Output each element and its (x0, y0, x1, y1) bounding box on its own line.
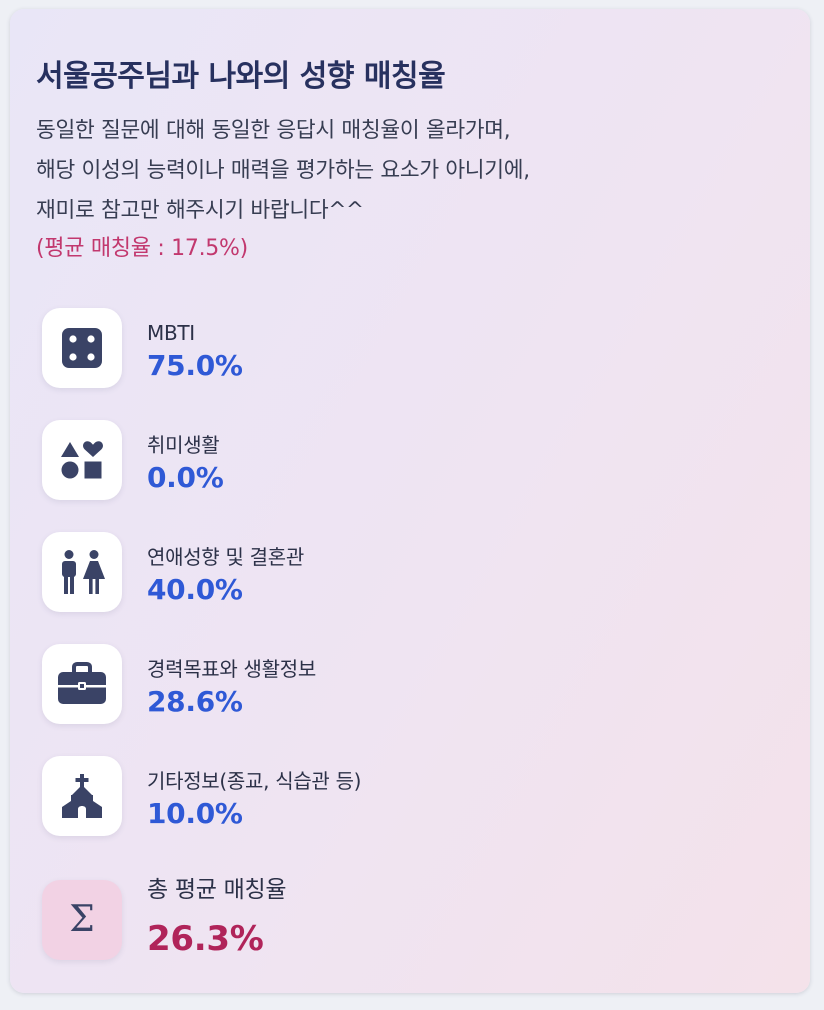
description-line: 재미로 참고만 해주시기 바랍니다^^ (36, 198, 364, 223)
shapes-icon (42, 420, 122, 500)
description-line: 해당 이성의 능력이나 매력을 평가하는 요소가 아니기에, (36, 158, 530, 183)
description: 동일한 질문에 대해 동일한 응답시 매칭율이 올라가며, 해당 이성의 능력이… (36, 111, 784, 231)
church-icon (42, 756, 122, 836)
category-label: 기타정보(종교, 식습관 등) (147, 769, 362, 793)
category-label: MBTI (147, 321, 195, 345)
sigma-icon: Σ (42, 880, 122, 960)
average-matching-rate: (평균 매칭율 : 17.5%) (36, 236, 248, 261)
description-line: 동일한 질문에 대해 동일한 응답시 매칭율이 올라가며, (36, 118, 511, 143)
total-average-item: Σ 총 평균 매칭율 26.3% (42, 868, 762, 980)
category-item-career: 경력목표와 생활정보 28.6% (42, 644, 762, 756)
category-label: 경력목표와 생활정보 (147, 657, 316, 681)
category-item-romance: 연애성향 및 결혼관 40.0% (42, 532, 762, 644)
matching-card: 서울공주님과 나와의 성향 매칭율 동일한 질문에 대해 동일한 응답시 매칭율… (10, 9, 810, 993)
svg-text:Σ: Σ (69, 899, 94, 940)
couple-icon (42, 532, 122, 612)
category-item-hobby: 취미생활 0.0% (42, 420, 762, 532)
category-list: MBTI 75.0% 취미생활 0.0% 연애성향 및 결혼관 40.0% 경력… (42, 308, 762, 980)
category-item-etc: 기타정보(종교, 식습관 등) 10.0% (42, 756, 762, 868)
category-value: 0.0% (147, 461, 224, 494)
total-value: 26.3% (147, 919, 264, 959)
category-value: 40.0% (147, 573, 243, 606)
category-label: 연애성향 및 결혼관 (147, 545, 304, 569)
category-label: 취미생활 (147, 433, 220, 457)
category-item-mbti: MBTI 75.0% (42, 308, 762, 420)
total-label: 총 평균 매칭율 (147, 877, 287, 903)
dice-icon (42, 308, 122, 388)
category-value: 75.0% (147, 349, 243, 382)
briefcase-icon (42, 644, 122, 724)
card-title: 서울공주님과 나와의 성향 매칭율 (36, 59, 446, 94)
category-value: 28.6% (147, 685, 243, 718)
category-value: 10.0% (147, 797, 243, 830)
